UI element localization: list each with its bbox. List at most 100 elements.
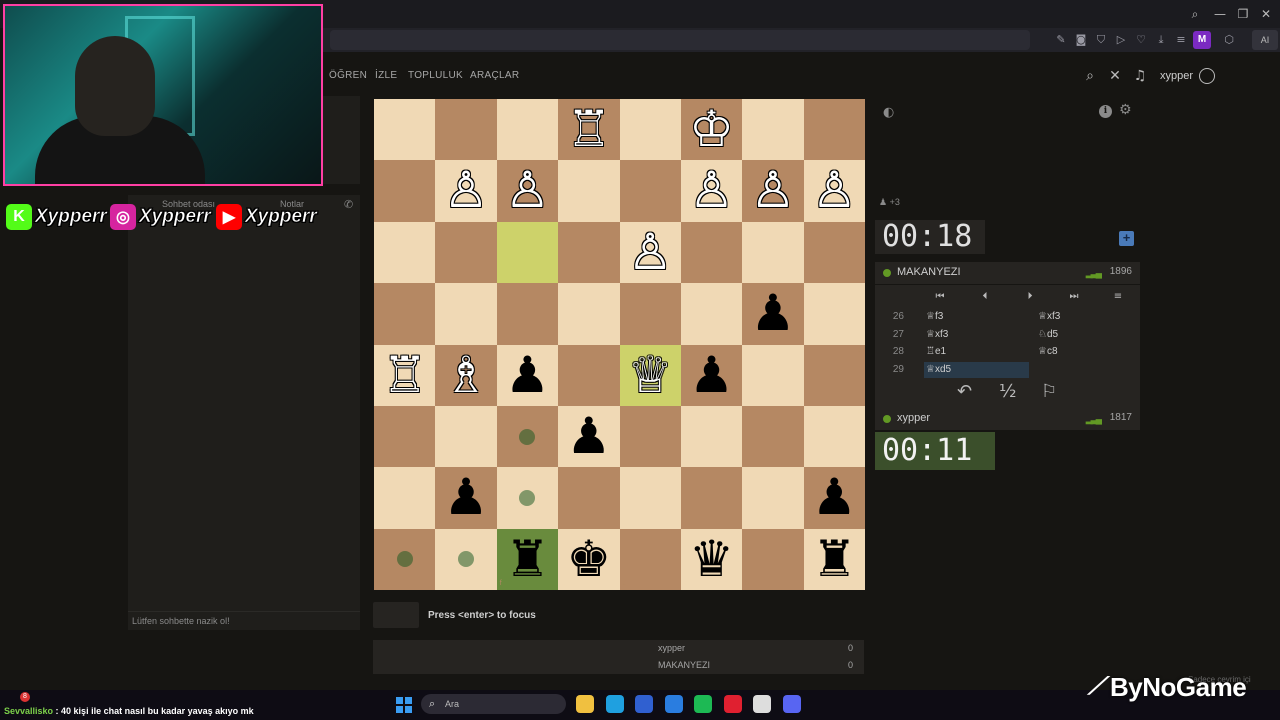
move-white[interactable]: ♖e1 — [924, 344, 1029, 360]
square-c3[interactable] — [680, 221, 743, 284]
black-king-piece[interactable]: ♚ — [558, 529, 619, 590]
resign-flag-icon[interactable]: ⚐ — [1041, 381, 1057, 402]
white-rook-piece[interactable]: ♖ — [374, 345, 435, 406]
black-pawn-piece[interactable]: ♟ — [435, 467, 496, 528]
square-a6[interactable] — [803, 405, 865, 468]
obs-icon[interactable] — [753, 695, 771, 713]
square-f3[interactable] — [496, 221, 559, 284]
mail-icon[interactable] — [664, 695, 683, 713]
square-e7[interactable] — [558, 467, 620, 529]
play-icon[interactable]: ▷ — [1113, 31, 1129, 49]
camera-icon[interactable]: ◙ — [1073, 31, 1089, 49]
shield-icon[interactable]: ⛉ — [1093, 31, 1109, 49]
square-b7[interactable] — [742, 467, 804, 529]
square-f1[interactable] — [496, 99, 559, 161]
square-g4[interactable] — [435, 283, 497, 345]
square-d6[interactable] — [619, 405, 681, 468]
heart-icon[interactable]: ♡ — [1133, 31, 1149, 49]
square-e2[interactable] — [558, 160, 620, 222]
player-name[interactable]: xypper — [897, 412, 930, 424]
menu-icon[interactable]: ≡ — [1173, 31, 1189, 49]
square-h2[interactable] — [374, 160, 436, 222]
square-g1[interactable] — [435, 99, 497, 161]
square-b3[interactable] — [742, 221, 804, 284]
first-move-button[interactable]: ⏮ — [930, 289, 950, 305]
swords-icon[interactable]: ✕ — [1105, 66, 1125, 86]
voice-icon[interactable]: ◐ — [883, 105, 894, 120]
taskbar-search[interactable] — [421, 694, 566, 714]
white-pawn-piece[interactable]: ♙ — [620, 222, 681, 283]
move-black[interactable]: ♘d5 — [1036, 327, 1058, 343]
square-a1[interactable] — [803, 99, 865, 161]
white-pawn-piece[interactable]: ♙ — [435, 160, 496, 221]
move-input[interactable] — [373, 602, 419, 628]
black-rook-piece[interactable]: ♜ — [497, 529, 558, 590]
square-h6[interactable] — [374, 405, 436, 468]
square-d1[interactable] — [619, 99, 681, 161]
search-icon[interactable]: ⌕ — [1080, 66, 1100, 86]
extension-icon[interactable]: ⬡ — [1221, 31, 1237, 49]
bell-icon[interactable]: ♫ — [1130, 66, 1150, 86]
edit-icon[interactable]: ✎ — [1053, 31, 1069, 49]
chat-input[interactable]: Lütfen sohbette nazik ol! — [132, 616, 230, 626]
add-time-button[interactable]: + — [1119, 231, 1134, 246]
square-b5[interactable] — [742, 344, 804, 406]
offer-draw-button[interactable]: ½ — [999, 381, 1016, 402]
nav-community[interactable]: TOPLULUK — [408, 70, 463, 81]
square-c4[interactable] — [680, 283, 743, 345]
square-d7[interactable] — [619, 467, 681, 529]
url-field[interactable] — [330, 30, 1030, 50]
user-menu[interactable]: xypper — [1160, 70, 1193, 82]
move-white[interactable]: ♕xf3 — [924, 327, 1029, 343]
opera-icon[interactable] — [723, 695, 742, 713]
black-pawn-piece[interactable]: ♟ — [558, 406, 619, 467]
white-rook-piece[interactable]: ♖ — [558, 99, 619, 160]
square-h7[interactable] — [374, 467, 436, 529]
move-white[interactable]: ♕xd5 — [924, 361, 1029, 378]
square-d4[interactable] — [619, 283, 681, 345]
nav-learn[interactable]: ÖĞREN — [329, 70, 367, 81]
profile-avatar[interactable]: M — [1193, 31, 1211, 49]
minimize-icon[interactable]: — — [1210, 4, 1230, 24]
black-pawn-piece[interactable]: ♟ — [804, 467, 865, 528]
square-e5[interactable] — [558, 344, 620, 406]
square-e3[interactable] — [558, 221, 620, 284]
white-pawn-piece[interactable]: ♙ — [681, 160, 742, 221]
prev-move-button[interactable]: ⏴ — [975, 289, 995, 305]
close-icon[interactable]: ✕ — [1256, 4, 1276, 24]
square-b1[interactable] — [742, 99, 804, 161]
square-h3[interactable] — [374, 221, 436, 284]
white-bishop-piece[interactable]: ♗ — [435, 345, 496, 406]
move-dot-f6[interactable] — [519, 428, 536, 445]
search-icon[interactable]: ⌕ — [1185, 4, 1205, 24]
nav-tools[interactable]: ARAÇLAR — [470, 70, 519, 81]
white-queen-piece[interactable]: ♕ — [620, 345, 681, 406]
edge-icon[interactable] — [605, 695, 624, 713]
chess-board[interactable]: h g f e d c b a 1 2 3 4 5 6 7 8 ♖ ♔ ♙ ♙ ♙ ♙ ♙ ♙ ♟ ♖ ♗ ♟ ♕ ♟ ♟ ♟ ♟ ♜ ♚ ♛ ♜ — [374, 99, 865, 590]
black-queen-piece[interactable]: ♛ — [681, 529, 742, 590]
square-g6[interactable] — [435, 405, 497, 468]
white-pawn-piece[interactable]: ♙ — [497, 160, 558, 221]
move-dot-h8[interactable] — [396, 551, 413, 568]
square-h1[interactable] — [374, 99, 436, 161]
black-pawn-piece[interactable]: ♟ — [497, 345, 558, 406]
takeback-icon[interactable]: ↶ — [957, 381, 972, 402]
file-explorer-icon[interactable] — [576, 695, 594, 713]
restore-icon[interactable]: ❐ — [1233, 4, 1253, 24]
square-a3[interactable] — [803, 221, 865, 284]
square-e4[interactable] — [558, 283, 620, 345]
discord-icon[interactable] — [782, 695, 801, 713]
square-d2[interactable] — [619, 160, 681, 222]
store-icon[interactable] — [635, 695, 653, 713]
white-king-piece[interactable]: ♔ — [681, 99, 742, 160]
square-h4[interactable] — [374, 283, 436, 345]
move-black[interactable]: ♕xf3 — [1036, 309, 1060, 325]
last-move-button[interactable]: ⏭ — [1064, 289, 1084, 305]
white-pawn-piece[interactable]: ♙ — [804, 160, 865, 221]
square-b6[interactable] — [742, 405, 804, 468]
gear-icon[interactable]: ⚙ — [1119, 102, 1132, 118]
info-icon[interactable]: i — [1099, 105, 1112, 118]
phone-icon[interactable]: ✆ — [344, 198, 353, 211]
next-move-button[interactable]: ⏵ — [1020, 289, 1040, 305]
move-black[interactable]: ♕c8 — [1036, 344, 1058, 360]
